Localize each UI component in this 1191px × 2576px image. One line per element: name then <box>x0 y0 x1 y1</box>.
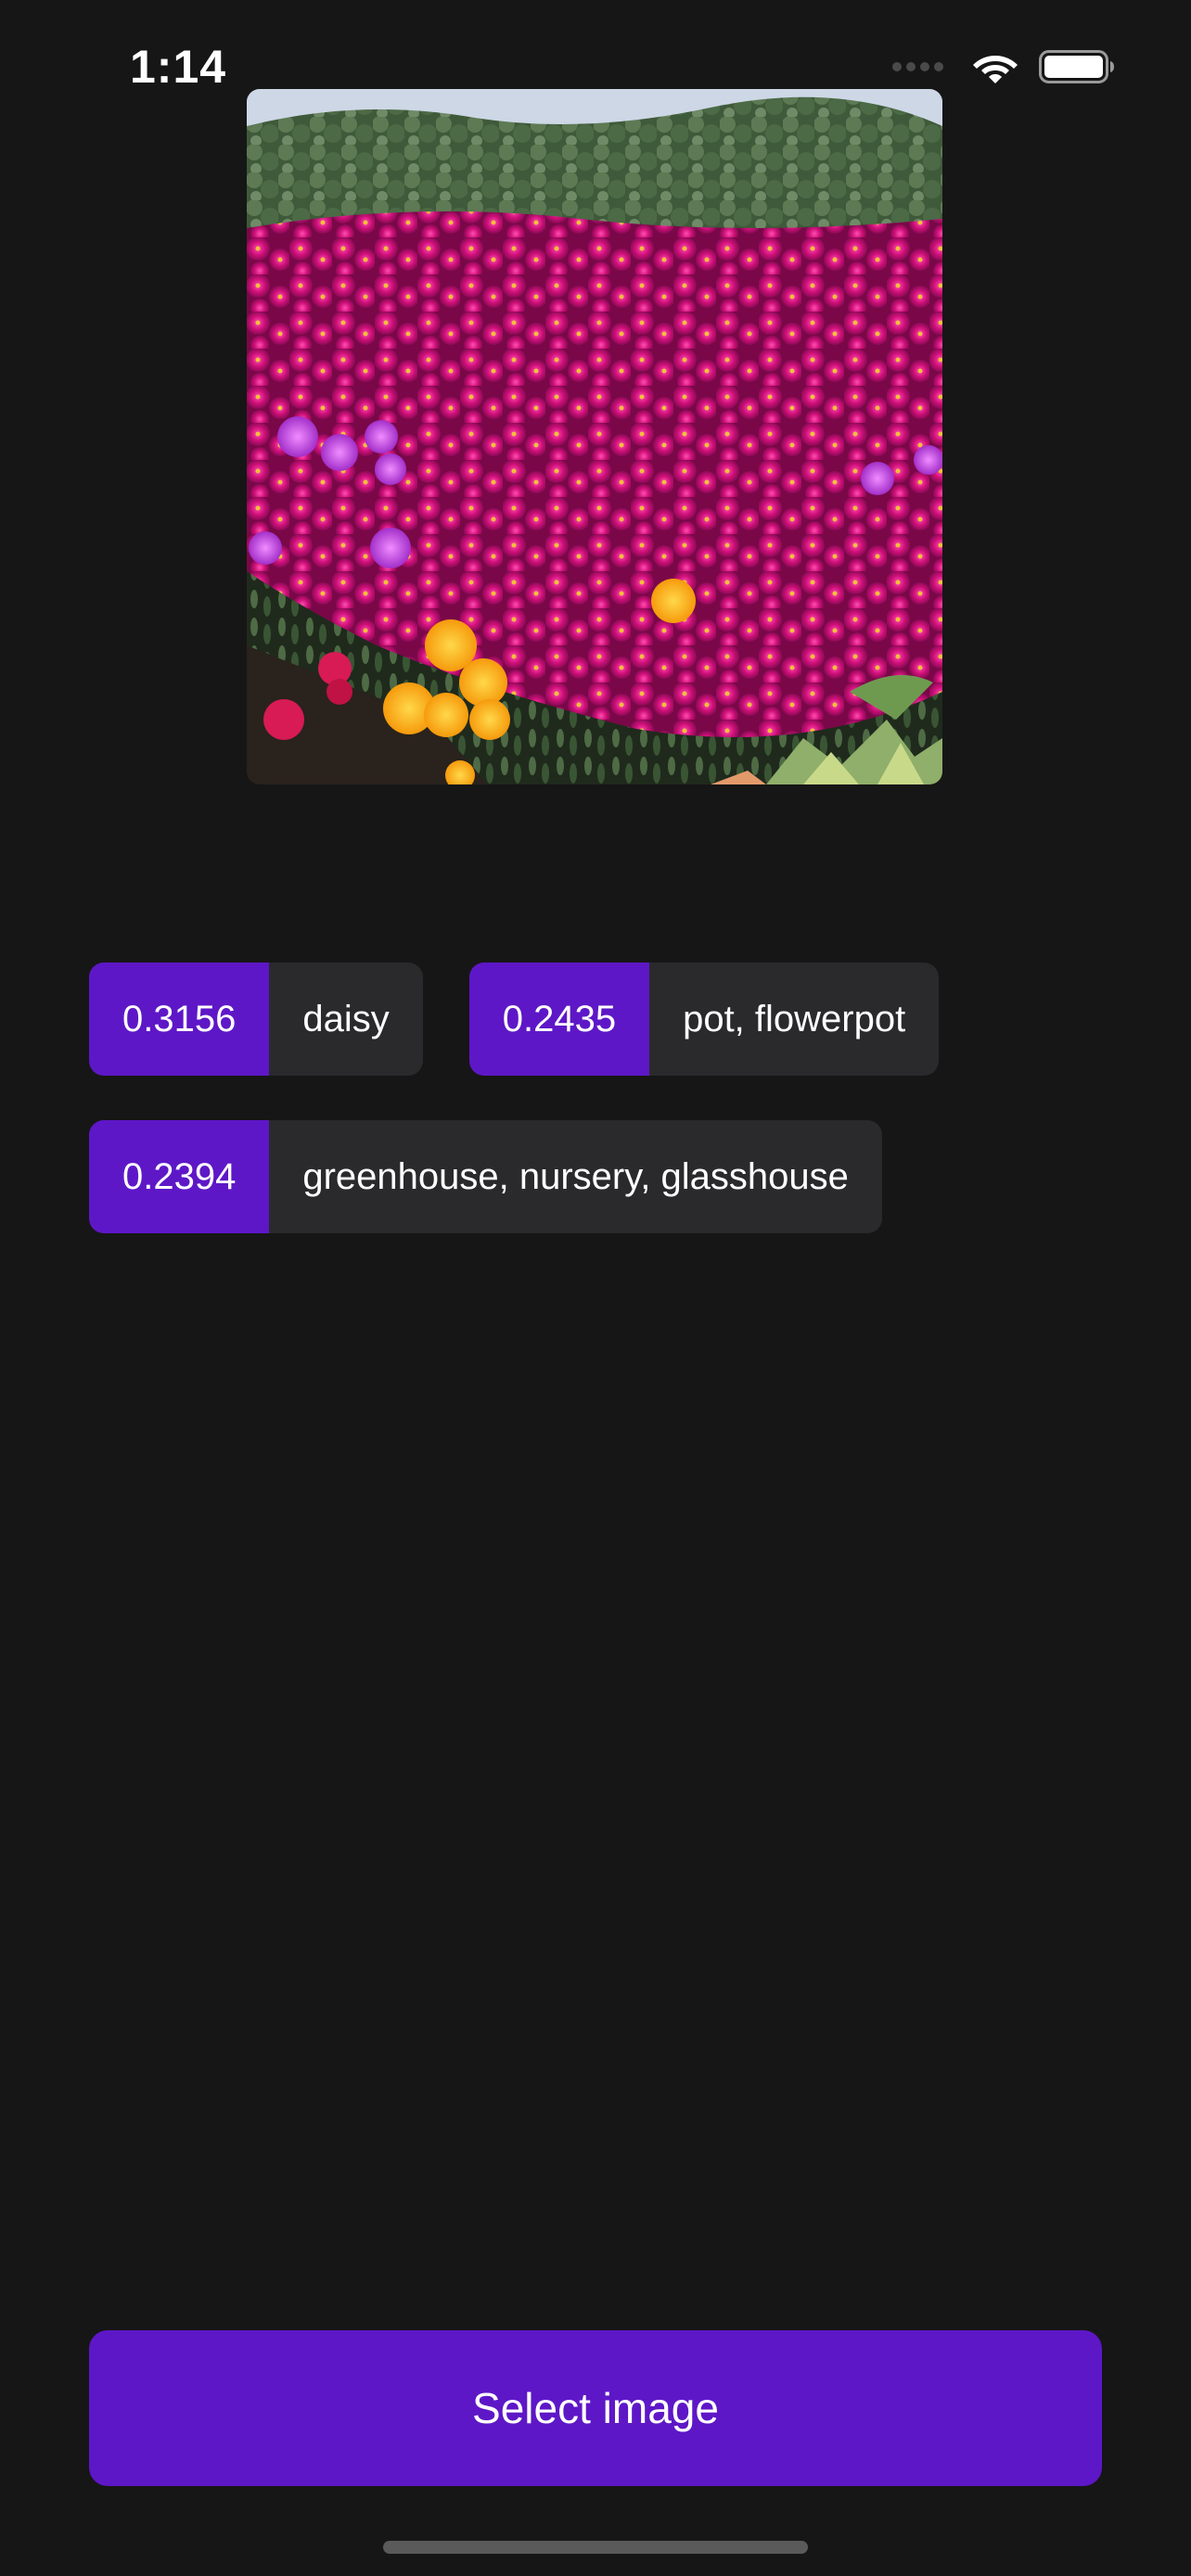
prediction-chip: 0.2394 greenhouse, nursery, glasshouse <box>89 1120 882 1233</box>
status-icons <box>892 48 1115 85</box>
prediction-score: 0.2435 <box>468 963 650 1076</box>
prediction-score: 0.2394 <box>89 1120 270 1233</box>
prediction-chip: 0.2435 pot, flowerpot <box>468 963 940 1076</box>
prediction-label: daisy <box>302 999 390 1039</box>
predictions-list: 0.3156 daisy 0.2435 pot, flowerpot 0.239… <box>89 963 1102 1233</box>
status-time: 1:14 <box>130 41 227 93</box>
prediction-chip: 0.3156 daisy <box>89 963 423 1076</box>
prediction-score: 0.3156 <box>89 963 270 1076</box>
signal-dots-icon <box>892 62 948 71</box>
battery-icon <box>1039 50 1114 83</box>
home-indicator[interactable] <box>383 2541 808 2554</box>
prediction-label: greenhouse, nursery, glasshouse <box>302 1156 849 1197</box>
select-image-button[interactable]: Select image <box>89 2330 1102 2486</box>
flower-field-image <box>247 89 942 784</box>
wifi-icon <box>973 56 1018 83</box>
prediction-label: pot, flowerpot <box>683 999 906 1039</box>
